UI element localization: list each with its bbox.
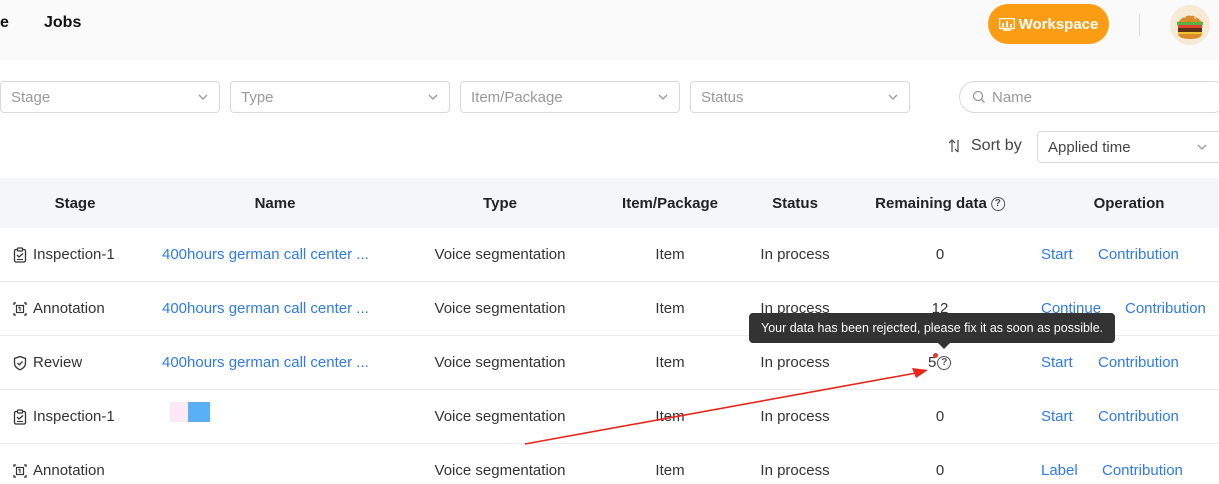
- stage-label: Annotation: [33, 462, 105, 479]
- type-cell: Voice segmentation: [434, 246, 566, 263]
- start-button[interactable]: Start: [1041, 354, 1073, 371]
- top-header: e Jobs Workspace: [0, 0, 1219, 60]
- header-stage: Stage: [54, 195, 96, 212]
- redacted-name-thumbnail[interactable]: [170, 402, 210, 422]
- stage-cell: Review: [12, 354, 82, 371]
- type-cell: Voice segmentation: [434, 354, 566, 371]
- stage-filter-placeholder: Stage: [11, 88, 51, 106]
- project-name-link[interactable]: 400hours german call center ...: [162, 300, 369, 317]
- help-icon[interactable]: ?: [990, 196, 1005, 211]
- table-row: Annotation Voice segmentation Item In pr…: [0, 444, 1219, 484]
- chevron-down-icon: [428, 94, 438, 100]
- label-button[interactable]: Label: [1041, 462, 1078, 479]
- search-placeholder: Name: [992, 88, 1033, 106]
- remaining-cell: 0: [935, 462, 945, 479]
- start-button[interactable]: Start: [1041, 408, 1073, 425]
- search-icon: [972, 90, 985, 103]
- table-row: Inspection-1 400hours german call center…: [0, 228, 1219, 282]
- status-cell: In process: [760, 354, 830, 371]
- contribution-button[interactable]: Contribution: [1102, 462, 1183, 479]
- workspace-icon: [998, 17, 1015, 31]
- stage-cell: Inspection-1: [12, 408, 115, 425]
- remaining-cell: 5 ?: [928, 354, 952, 371]
- avatar[interactable]: [1170, 5, 1210, 45]
- stage-label: Annotation: [33, 300, 105, 317]
- status-cell: In process: [760, 246, 830, 263]
- annotation-frame-icon: [13, 301, 27, 316]
- annotation-frame-icon: [13, 463, 27, 478]
- item-package-cell: Item: [655, 462, 685, 479]
- chevron-down-icon: [1197, 144, 1207, 150]
- header-name: Name: [254, 195, 296, 212]
- sort-icon[interactable]: [947, 138, 963, 154]
- type-filter[interactable]: Type: [230, 81, 450, 113]
- stage-cell: Annotation: [12, 300, 105, 317]
- sort-label: Sort by: [971, 137, 1022, 154]
- status-filter-placeholder: Status: [701, 88, 744, 106]
- type-cell: Voice segmentation: [434, 300, 566, 317]
- type-cell: Voice segmentation: [434, 462, 566, 479]
- status-filter[interactable]: Status: [690, 81, 910, 113]
- workspace-button[interactable]: Workspace: [988, 4, 1109, 44]
- nav-item-jobs[interactable]: Jobs: [44, 14, 81, 32]
- type-filter-placeholder: Type: [241, 88, 274, 106]
- remaining-cell: 0: [935, 408, 945, 425]
- nav-item-partial[interactable]: e: [0, 14, 9, 32]
- remaining-cell: 0: [935, 246, 945, 263]
- sort-select-value: Applied time: [1048, 138, 1131, 156]
- workspace-label: Workspace: [1018, 15, 1099, 33]
- stage-filter[interactable]: Stage: [0, 81, 220, 113]
- burger-avatar-icon: [1170, 5, 1210, 45]
- item-package-cell: Item: [655, 354, 685, 371]
- shield-check-icon: [13, 355, 27, 371]
- tooltip-arrow: [938, 343, 950, 349]
- stage-label: Inspection-1: [33, 408, 115, 425]
- item-package-filter[interactable]: Item/Package: [460, 81, 680, 113]
- header-operation: Operation: [1093, 195, 1165, 212]
- header-remaining-label: Remaining data: [875, 195, 987, 212]
- contribution-button[interactable]: Contribution: [1125, 300, 1206, 317]
- header-status: Status: [772, 195, 818, 212]
- table-header: Stage Name Type Item/Package Status Rema…: [0, 178, 1219, 228]
- table-row: Inspection-1 Voice segmentation Item In …: [0, 390, 1219, 444]
- chevron-down-icon: [658, 94, 668, 100]
- contribution-button[interactable]: Contribution: [1098, 408, 1179, 425]
- rejected-tooltip: Your data has been rejected, please fix …: [749, 313, 1116, 343]
- rejected-help-icon[interactable]: ?: [937, 355, 952, 370]
- clipboard-check-icon: [13, 246, 27, 263]
- chevron-down-icon: [198, 94, 208, 100]
- project-name-link[interactable]: 400hours german call center ...: [162, 246, 369, 263]
- item-package-filter-placeholder: Item/Package: [471, 88, 563, 106]
- stage-label: Review: [33, 354, 83, 371]
- item-package-cell: Item: [655, 300, 685, 317]
- contribution-button[interactable]: Contribution: [1098, 354, 1179, 371]
- header-item-package: Item/Package: [622, 195, 718, 212]
- search-input[interactable]: Name: [959, 81, 1219, 113]
- item-package-cell: Item: [655, 408, 685, 425]
- clipboard-check-icon: [13, 408, 27, 425]
- chevron-down-icon: [888, 94, 898, 100]
- status-cell: In process: [760, 462, 830, 479]
- type-cell: Voice segmentation: [434, 408, 566, 425]
- header-type: Type: [483, 195, 517, 212]
- item-package-cell: Item: [655, 246, 685, 263]
- header-divider: [1139, 14, 1140, 36]
- stage-cell: Annotation: [12, 462, 105, 479]
- status-cell: In process: [760, 408, 830, 425]
- project-name-link[interactable]: 400hours german call center ...: [162, 354, 369, 371]
- table-row: Review 400hours german call center ... V…: [0, 336, 1219, 390]
- red-dot-marker: [933, 353, 938, 358]
- stage-cell: Inspection-1: [12, 246, 115, 263]
- contribution-button[interactable]: Contribution: [1098, 246, 1179, 263]
- stage-label: Inspection-1: [33, 246, 115, 263]
- start-button[interactable]: Start: [1041, 246, 1073, 263]
- header-remaining: Remaining data ?: [875, 195, 1005, 212]
- sort-select[interactable]: Applied time: [1037, 131, 1219, 163]
